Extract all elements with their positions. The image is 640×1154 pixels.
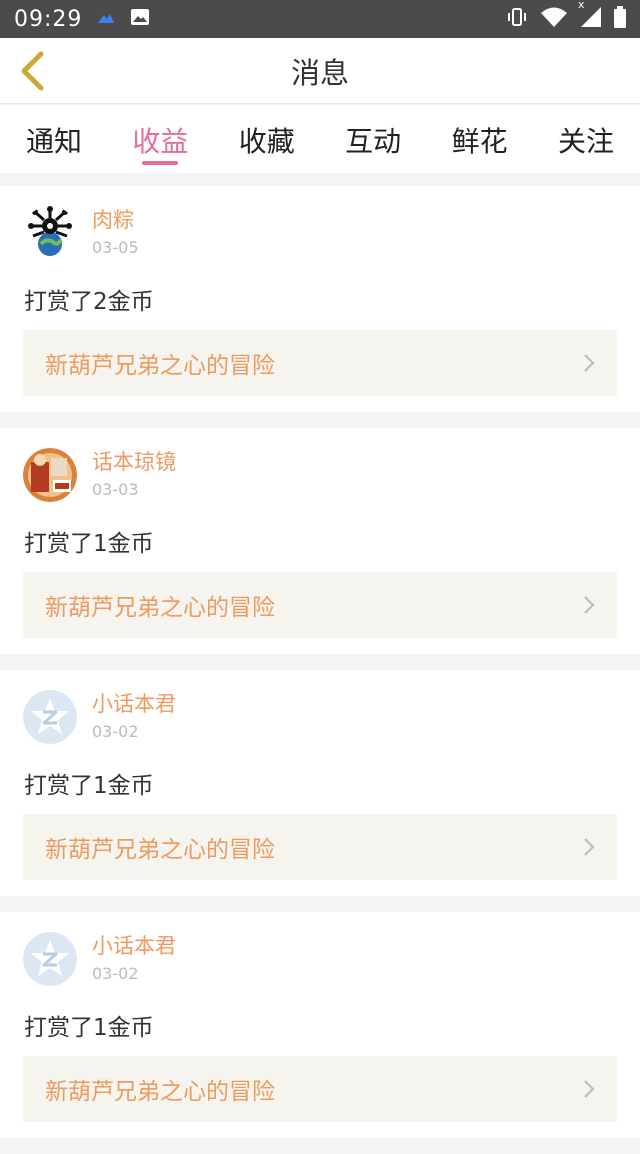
user-row: 话本琼镜 03-03 [23, 448, 176, 502]
work-title: 新葫芦兄弟之心的冒险 [45, 837, 275, 863]
page-title: 消息 [290, 55, 349, 90]
work-title: 新葫芦兄弟之心的冒险 [45, 1079, 275, 1105]
username[interactable]: 肉粽 [92, 206, 139, 234]
chevron-right-icon [584, 1080, 595, 1098]
header: 消息 [0, 38, 640, 104]
avatar[interactable] [23, 690, 77, 744]
message-card: 肉粽 03-05 打赏了2金币 新葫芦兄弟之心的冒险 [0, 186, 640, 412]
illustrated-avatar-icon [23, 448, 77, 502]
signal-x-label: x [578, 0, 585, 11]
work-link[interactable]: 新葫芦兄弟之心的冒险 [23, 572, 617, 638]
tab-bar: 通知 收益 收藏 互动 鲜花 关注 [0, 105, 640, 173]
avatar[interactable] [23, 206, 77, 260]
avatar[interactable] [23, 448, 77, 502]
virus-globe-avatar-icon [23, 206, 77, 260]
battery-icon [614, 6, 626, 32]
message-text: 打赏了1金币 [24, 1015, 154, 1041]
wifi-icon [540, 6, 568, 32]
chevron-right-icon [584, 596, 595, 614]
cloud-notification-icon [96, 10, 116, 29]
message-text: 打赏了1金币 [24, 531, 154, 557]
user-row: 小话本君 03-02 [23, 932, 176, 986]
tab-following[interactable]: 关注 [558, 105, 614, 173]
username[interactable]: 小话本君 [92, 690, 176, 718]
tab-earnings[interactable]: 收益 [132, 105, 188, 173]
message-card: 小话本君 03-02 打赏了1金币 新葫芦兄弟之心的冒险 [0, 670, 640, 896]
message-text: 打赏了1金币 [24, 773, 154, 799]
vibrate-icon [506, 6, 528, 32]
default-z-avatar-icon [23, 932, 77, 986]
message-date: 03-03 [92, 480, 139, 499]
message-date: 03-05 [92, 238, 139, 257]
work-title: 新葫芦兄弟之心的冒险 [45, 353, 275, 379]
tab-flowers[interactable]: 鲜花 [452, 105, 508, 173]
default-z-avatar-icon [23, 690, 77, 744]
tab-interactions[interactable]: 互动 [345, 105, 401, 173]
message-card: 小话本君 03-02 打赏了1金币 新葫芦兄弟之心的冒险 [0, 912, 640, 1138]
username[interactable]: 小话本君 [92, 932, 176, 960]
tab-favorites[interactable]: 收藏 [239, 105, 295, 173]
chevron-right-icon [584, 838, 595, 856]
avatar[interactable] [23, 932, 77, 986]
status-time: 09:29 [14, 6, 83, 32]
username[interactable]: 话本琼镜 [92, 448, 176, 476]
status-bar: 09:29 x [0, 0, 640, 38]
message-date: 03-02 [92, 964, 139, 983]
message-card: 话本琼镜 03-03 打赏了1金币 新葫芦兄弟之心的冒险 [0, 428, 640, 654]
user-row: 肉粽 03-05 [23, 206, 139, 260]
work-title: 新葫芦兄弟之心的冒险 [45, 595, 275, 621]
chevron-right-icon [584, 354, 595, 372]
work-link[interactable]: 新葫芦兄弟之心的冒险 [23, 1056, 617, 1122]
message-date: 03-02 [92, 722, 139, 741]
work-link[interactable]: 新葫芦兄弟之心的冒险 [23, 330, 617, 396]
message-list: 肉粽 03-05 打赏了2金币 新葫芦兄弟之心的冒险 话本琼镜 03-03 打赏… [0, 186, 640, 1154]
user-row: 小话本君 03-02 [23, 690, 176, 744]
signal-icon: x [578, 0, 602, 32]
work-link[interactable]: 新葫芦兄弟之心的冒险 [23, 814, 617, 880]
chevron-left-icon [21, 51, 44, 91]
tab-notifications[interactable]: 通知 [26, 105, 82, 173]
back-button[interactable] [12, 48, 52, 94]
image-notification-icon [130, 8, 150, 30]
message-text: 打赏了2金币 [24, 289, 154, 315]
